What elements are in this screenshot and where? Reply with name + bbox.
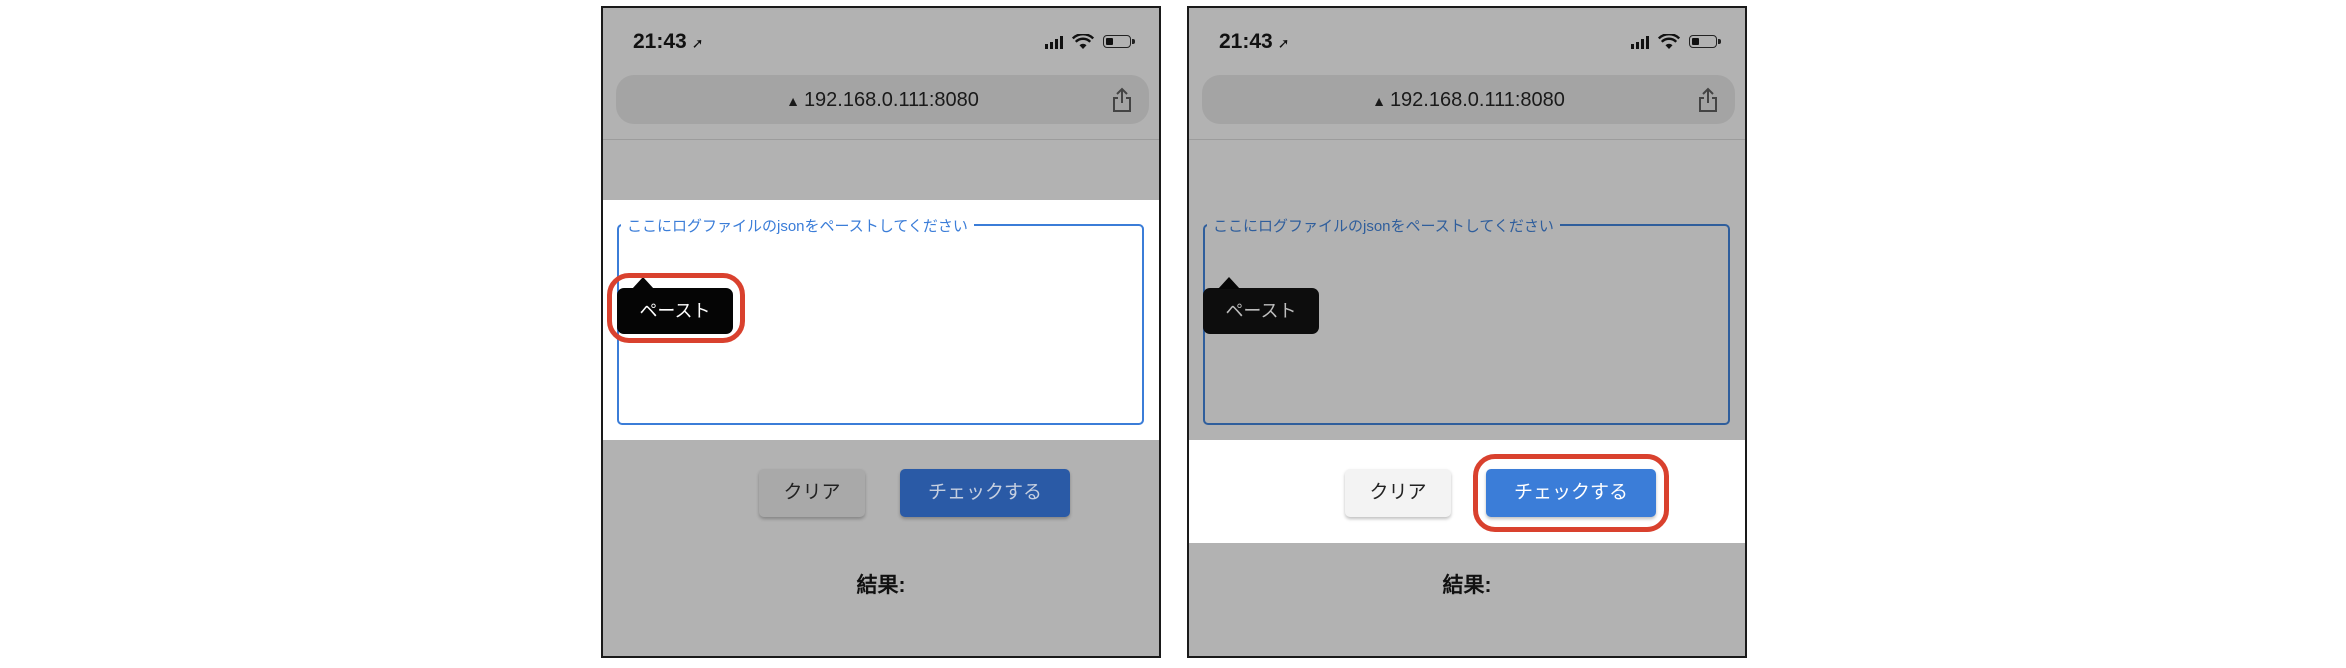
address-bar[interactable]: ▲ 192.168.0.111:8080 [1202, 75, 1735, 124]
clear-button[interactable]: クリア [1345, 469, 1451, 517]
clear-button[interactable]: クリア [759, 469, 865, 517]
input-panel: ここにログファイルのjsonをペーストしてください ペースト [603, 200, 1159, 440]
toolbar-divider [603, 139, 1159, 140]
check-highlight [1473, 454, 1669, 532]
wifi-icon [1072, 34, 1094, 49]
textarea-label: ここにログファイルのjsonをペーストしてください [1207, 215, 1560, 236]
textarea-label: ここにログファイルのjsonをペーストしてください [621, 215, 974, 236]
location-arrow-icon: ➚ [1277, 35, 1290, 51]
status-time: 21:43 ➚ [633, 30, 704, 53]
signal-icon [1631, 35, 1649, 49]
address-bar[interactable]: ▲ 192.168.0.111:8080 [616, 75, 1149, 124]
battery-icon [1689, 35, 1723, 49]
wifi-icon [1658, 34, 1680, 49]
button-row: クリア チェックする [1189, 440, 1745, 543]
button-row: クリア チェックする [603, 440, 1159, 543]
phone-screen-right: 21:43 ➚ ▲ 192.168.0.111:8080 ここにログファイルのjso… [1187, 6, 1747, 658]
location-arrow-icon: ➚ [691, 35, 704, 51]
paste-highlight [607, 273, 745, 343]
result-label: 結果: [1442, 574, 1492, 597]
status-bar: 21:43 ➚ [603, 8, 1159, 76]
result-label: 結果: [856, 574, 906, 597]
status-bar: 21:43 ➚ [1189, 8, 1745, 76]
share-icon[interactable] [1697, 87, 1719, 113]
paste-popup[interactable]: ペースト [1203, 277, 1319, 334]
status-time: 21:43 ➚ [1219, 30, 1290, 53]
warning-triangle-icon: ▲ [1372, 93, 1386, 109]
signal-icon [1045, 35, 1063, 49]
check-button[interactable]: チェックする [900, 469, 1070, 517]
phone-screen-left: 21:43 ➚ ▲ 192.168.0.111:8080 ここにログファイルのjso… [601, 6, 1161, 658]
share-icon[interactable] [1111, 87, 1133, 113]
toolbar-divider [1189, 139, 1745, 140]
url-text: 192.168.0.111:8080 [1389, 89, 1565, 111]
warning-triangle-icon: ▲ [786, 93, 800, 109]
input-panel: ここにログファイルのjsonをペーストしてください ペースト [1189, 200, 1745, 440]
url-text: 192.168.0.111:8080 [803, 89, 979, 111]
battery-icon [1103, 35, 1137, 49]
